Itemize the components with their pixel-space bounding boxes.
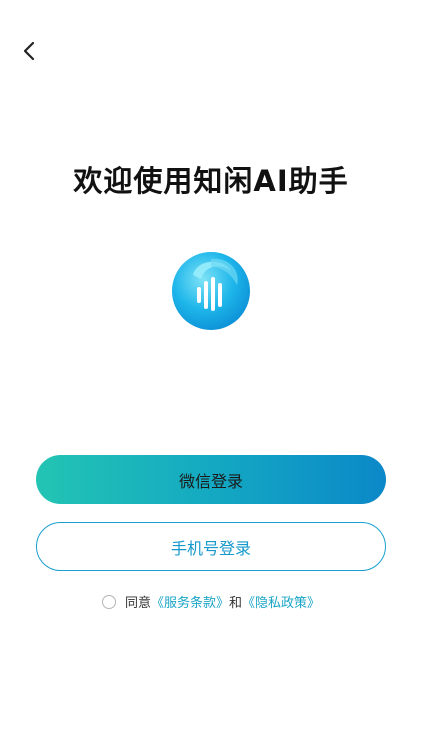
agreement-row: 同意 《服务条款》 和 《隐私政策》 xyxy=(0,592,422,611)
app-logo xyxy=(171,251,251,331)
chevron-left-icon xyxy=(23,41,35,61)
back-button[interactable] xyxy=(14,36,44,66)
sound-wave-icon xyxy=(172,252,250,330)
service-terms-link[interactable]: 《服务条款》 xyxy=(151,592,229,611)
wechat-login-label: 微信登录 xyxy=(178,471,243,491)
agree-conjunction: 和 xyxy=(229,596,243,611)
page-title: 欢迎使用知闲AI助手 xyxy=(73,164,349,198)
privacy-policy-link[interactable]: 《隐私政策》 xyxy=(242,592,320,611)
wechat-login-button[interactable]: 微信登录 xyxy=(36,455,386,504)
agree-radio[interactable] xyxy=(101,594,116,609)
agree-prefix: 同意 xyxy=(124,596,151,611)
phone-login-label: 手机号登录 xyxy=(170,538,251,558)
login-screen: 欢迎使用知闲AI助手 微信登录 手机号登录 同意 《服务条款》 和 《隐私政策》 xyxy=(0,0,422,750)
phone-login-button[interactable]: 手机号登录 xyxy=(36,522,386,571)
